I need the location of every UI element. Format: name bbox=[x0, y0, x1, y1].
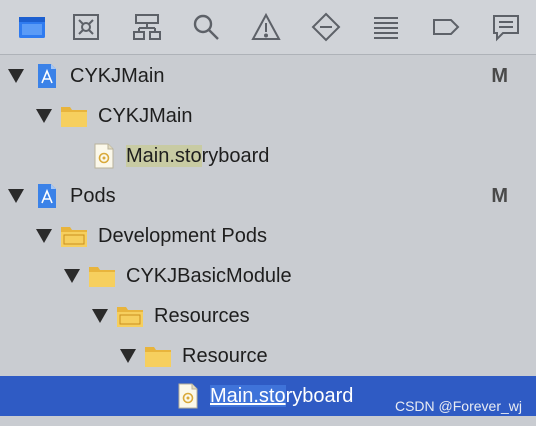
xcode-project-icon bbox=[32, 183, 60, 209]
source-control-icon[interactable] bbox=[66, 8, 106, 46]
tree-item-label: CYKJBasicModule bbox=[126, 265, 292, 287]
symbol-navigator-icon[interactable] bbox=[127, 8, 167, 46]
disclosure-triangle-icon[interactable] bbox=[120, 349, 136, 363]
tree-row-pods-project[interactable]: Pods M bbox=[0, 176, 536, 216]
disclosure-triangle-icon[interactable] bbox=[8, 189, 24, 203]
debug-list-icon[interactable] bbox=[366, 8, 406, 46]
tree-item-label: Main.storyboard bbox=[126, 144, 269, 168]
disclosure-triangle-icon[interactable] bbox=[8, 69, 24, 83]
disclosure-triangle-icon[interactable] bbox=[64, 269, 80, 283]
warning-icon[interactable] bbox=[246, 8, 286, 46]
tree-item-label: Resource bbox=[182, 345, 268, 367]
search-icon[interactable] bbox=[186, 8, 226, 46]
modified-status-badge: M bbox=[491, 185, 508, 207]
storyboard-file-icon bbox=[90, 143, 118, 169]
label-rest: ryboard bbox=[285, 385, 354, 407]
tree-item-label: Development Pods bbox=[98, 225, 267, 247]
disclosure-triangle-icon[interactable] bbox=[92, 309, 108, 323]
search-highlight: Main.sto bbox=[126, 145, 202, 167]
tree-item-label: CYKJMain bbox=[70, 65, 165, 87]
project-navigator-icon[interactable] bbox=[12, 8, 52, 46]
tree-item-label: CYKJMain bbox=[98, 105, 193, 127]
label-rest: ryboard bbox=[201, 145, 270, 167]
storyboard-file-icon bbox=[174, 383, 202, 409]
navigator-toolbar bbox=[0, 0, 536, 55]
folder-icon bbox=[144, 343, 172, 369]
tree-row-main-storyboard[interactable]: Main.storyboard bbox=[0, 136, 536, 176]
tree-row-resource[interactable]: Resource bbox=[0, 336, 536, 376]
folder-icon bbox=[60, 103, 88, 129]
group-folder-icon bbox=[116, 303, 144, 329]
tree-item-label: Pods bbox=[70, 185, 116, 207]
test-diamond-icon[interactable] bbox=[306, 8, 346, 46]
xcode-project-icon bbox=[32, 63, 60, 89]
tree-row-cykjbasicmodule[interactable]: CYKJBasicModule bbox=[0, 256, 536, 296]
folder-icon bbox=[88, 263, 116, 289]
report-bubble-icon[interactable] bbox=[486, 8, 526, 46]
tree-row-resources[interactable]: Resources bbox=[0, 296, 536, 336]
group-folder-icon bbox=[60, 223, 88, 249]
tree-item-label: Resources bbox=[154, 305, 250, 327]
modified-status-badge: M bbox=[491, 65, 508, 87]
search-highlight: Main.sto bbox=[210, 385, 286, 407]
breakpoint-tag-icon[interactable] bbox=[426, 8, 466, 46]
tree-item-label: Main.storyboard bbox=[210, 384, 353, 408]
tree-row-development-pods[interactable]: Development Pods bbox=[0, 216, 536, 256]
tree-row-cykjmain-project[interactable]: CYKJMain M bbox=[0, 56, 536, 96]
tree-row-cykjmain-folder[interactable]: CYKJMain bbox=[0, 96, 536, 136]
disclosure-triangle-icon[interactable] bbox=[36, 109, 52, 123]
disclosure-triangle-icon[interactable] bbox=[36, 229, 52, 243]
watermark: CSDN @Forever_wj bbox=[394, 398, 522, 414]
project-file-tree: CYKJMain M CYKJMain Main.storyboard Pods… bbox=[0, 56, 536, 426]
